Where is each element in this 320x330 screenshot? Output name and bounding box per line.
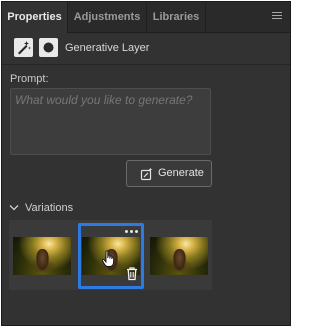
layer-title: Generative Layer [65,42,150,54]
layer-info-row: Generative Layer [2,32,290,65]
layer-mask-icon[interactable] [39,38,58,57]
generate-button-label: Generate [158,167,204,179]
hand-cursor-icon [101,250,115,267]
variation-thumbnail-3[interactable] [150,237,208,275]
tab-libraries[interactable]: Libraries [147,2,206,32]
panel-tab-bar: Properties Adjustments Libraries [2,2,290,33]
prompt-label: Prompt: [10,73,49,85]
generate-button[interactable]: Generate [126,160,212,187]
tab-properties[interactable]: Properties [2,2,68,33]
delete-icon[interactable] [125,266,139,281]
tab-adjustments[interactable]: Adjustments [68,2,147,32]
more-options-icon[interactable] [125,229,139,235]
variations-label: Variations [25,202,74,214]
chevron-down-icon [9,205,19,211]
generative-layer-icon [14,38,33,57]
variations-strip [9,220,212,290]
prompt-input[interactable] [10,88,211,155]
variation-thumbnail-1[interactable] [13,237,71,275]
panel-menu-icon[interactable] [272,12,282,21]
properties-panel: Properties Adjustments Libraries Generat… [1,1,291,326]
generate-sparkle-icon [140,167,154,184]
